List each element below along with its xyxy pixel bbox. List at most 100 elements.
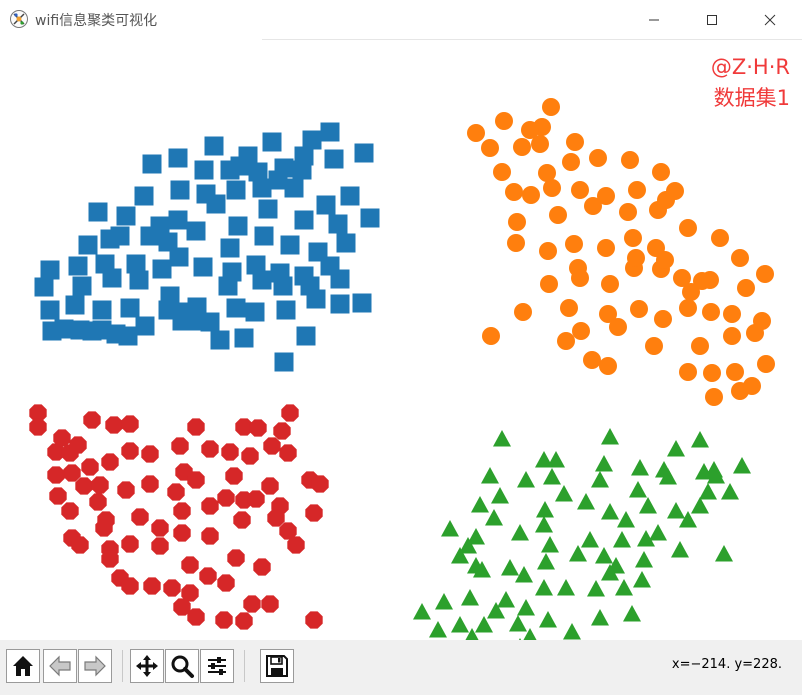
triangle-point xyxy=(536,501,554,518)
octagon-point xyxy=(221,443,239,461)
octagon-point xyxy=(235,612,253,630)
octagon-point xyxy=(121,577,139,595)
circle-point xyxy=(666,182,684,200)
zoom-button[interactable] xyxy=(165,649,199,683)
square-point xyxy=(280,235,300,255)
maximize-button[interactable] xyxy=(690,4,734,36)
triangle-point xyxy=(623,605,641,622)
triangle-point xyxy=(715,545,733,562)
circle-point xyxy=(481,139,499,157)
octagon-point xyxy=(151,519,169,537)
circle-point xyxy=(508,213,526,231)
square-point xyxy=(193,257,213,277)
circle-point xyxy=(731,249,749,267)
triangle-point xyxy=(601,503,619,520)
toolbar-divider xyxy=(122,650,123,682)
close-button[interactable] xyxy=(748,4,792,36)
circle-point xyxy=(645,337,663,355)
octagon-point xyxy=(171,437,189,455)
triangle-point xyxy=(587,580,605,597)
square-point xyxy=(330,294,350,314)
square-point xyxy=(352,293,372,313)
triangle-point xyxy=(631,459,649,476)
circle-point xyxy=(495,112,513,130)
circle-point xyxy=(539,242,557,260)
octagon-point xyxy=(187,608,205,626)
pan-icon xyxy=(136,655,158,677)
circle-point xyxy=(756,265,774,283)
save-button[interactable] xyxy=(260,649,294,683)
triangle-point xyxy=(581,531,599,548)
square-point xyxy=(40,260,60,280)
circle-point xyxy=(705,388,723,406)
square-point xyxy=(268,170,288,190)
circle-point xyxy=(726,363,744,381)
triangle-point xyxy=(671,541,689,558)
circle-point xyxy=(743,377,761,395)
octagon-point xyxy=(53,429,71,447)
triangle-point xyxy=(667,502,685,519)
circle-point xyxy=(597,239,615,257)
square-point xyxy=(336,233,356,253)
circle-point xyxy=(630,300,648,318)
pan-button[interactable] xyxy=(130,649,164,683)
triangle-point xyxy=(543,468,561,485)
circle-point xyxy=(723,327,741,345)
octagon-point xyxy=(217,574,235,592)
octagon-point xyxy=(305,504,323,522)
octagon-point xyxy=(241,447,259,465)
square-point xyxy=(294,266,314,286)
square-point xyxy=(274,352,294,372)
triangle-point xyxy=(577,493,595,510)
octagon-point xyxy=(201,497,219,515)
square-point xyxy=(210,330,230,350)
triangle-point xyxy=(441,520,459,537)
minimize-button[interactable] xyxy=(632,4,676,36)
octagon-point xyxy=(187,471,205,489)
square-point xyxy=(226,180,246,200)
plot-canvas[interactable] xyxy=(0,40,802,640)
circle-point xyxy=(679,299,697,317)
square-point xyxy=(95,254,115,274)
circle-point xyxy=(560,299,578,317)
triangle-point xyxy=(635,551,653,568)
octagon-point xyxy=(187,418,205,436)
circle-point xyxy=(583,351,601,369)
square-point xyxy=(230,156,250,176)
circle-point xyxy=(589,149,607,167)
square-point xyxy=(270,263,290,283)
octagon-point xyxy=(281,404,299,422)
square-point xyxy=(135,316,155,336)
triangle-point xyxy=(563,623,581,640)
octagon-point xyxy=(141,445,159,463)
navigation-toolbar: x=−214. y=228. xyxy=(0,640,802,695)
home-button[interactable] xyxy=(6,649,40,683)
octagon-point xyxy=(253,558,271,576)
forward-button[interactable] xyxy=(78,649,112,683)
triangle-point xyxy=(691,431,709,448)
series-circle xyxy=(467,98,775,406)
square-point xyxy=(320,122,340,142)
annotation-dataset: 数据集1 xyxy=(713,86,790,110)
octagon-point xyxy=(91,476,109,494)
circle-point xyxy=(599,305,617,323)
back-button[interactable] xyxy=(43,649,77,683)
octagon-point xyxy=(101,453,119,471)
square-point xyxy=(340,186,360,206)
square-point xyxy=(204,136,224,156)
octagon-point xyxy=(215,611,233,629)
triangle-point xyxy=(601,428,619,445)
circle-point xyxy=(753,312,771,330)
square-point xyxy=(234,328,254,348)
square-point xyxy=(196,184,216,204)
circle-point xyxy=(619,203,637,221)
square-point xyxy=(168,210,188,230)
square-point xyxy=(78,235,98,255)
triangle-point xyxy=(535,516,553,533)
triangle-point xyxy=(537,553,555,570)
maximize-icon xyxy=(707,15,717,25)
home-icon xyxy=(13,656,33,676)
configure-subplots-button[interactable] xyxy=(200,649,234,683)
square-point xyxy=(294,210,314,230)
title-bar: wifi信息聚类可视化 xyxy=(0,0,802,40)
